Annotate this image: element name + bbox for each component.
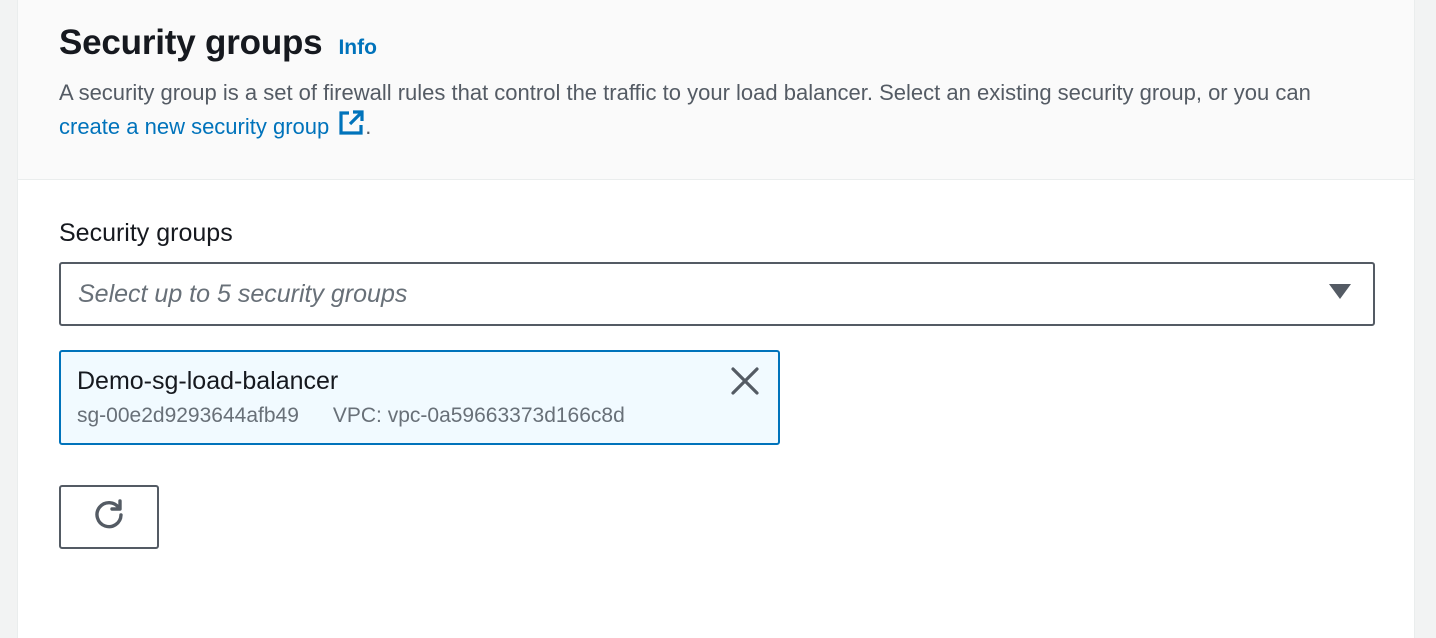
create-security-group-link-label: create a new security group bbox=[59, 114, 330, 139]
refresh-icon bbox=[92, 498, 126, 537]
section-description: A security group is a set of firewall ru… bbox=[59, 76, 1374, 146]
title-row: Security groups Info bbox=[59, 22, 1374, 64]
token-meta: sg-00e2d9293644afb49 VPC: vpc-0a59663373… bbox=[77, 404, 762, 428]
close-icon bbox=[731, 366, 759, 400]
section-title: Security groups bbox=[59, 23, 323, 62]
select-placeholder: Select up to 5 security groups bbox=[78, 279, 408, 308]
create-security-group-link[interactable]: create a new security group bbox=[59, 110, 365, 139]
panel-body: Security groups Select up to 5 security … bbox=[18, 180, 1414, 549]
external-link-icon bbox=[337, 109, 365, 146]
selected-security-group-token: Demo-sg-load-balancer sg-00e2d9293644afb… bbox=[59, 350, 780, 445]
token-group-id: sg-00e2d9293644afb49 bbox=[77, 404, 299, 427]
refresh-button[interactable] bbox=[59, 485, 159, 549]
description-suffix: . bbox=[365, 114, 372, 139]
security-groups-field-label: Security groups bbox=[59, 219, 233, 247]
token-group-vpc: VPC: vpc-0a59663373d166c8d bbox=[332, 404, 625, 427]
caret-down-icon bbox=[1329, 283, 1351, 305]
panel-header: Security groups Info A security group is… bbox=[18, 0, 1414, 180]
security-groups-select[interactable]: Select up to 5 security groups bbox=[59, 262, 1375, 326]
remove-token-button[interactable] bbox=[730, 366, 760, 400]
security-groups-panel: Security groups Info A security group is… bbox=[17, 0, 1415, 638]
token-group-name: Demo-sg-load-balancer bbox=[77, 367, 339, 395]
info-link[interactable]: Info bbox=[338, 36, 376, 60]
description-text: A security group is a set of firewall ru… bbox=[59, 80, 1311, 105]
